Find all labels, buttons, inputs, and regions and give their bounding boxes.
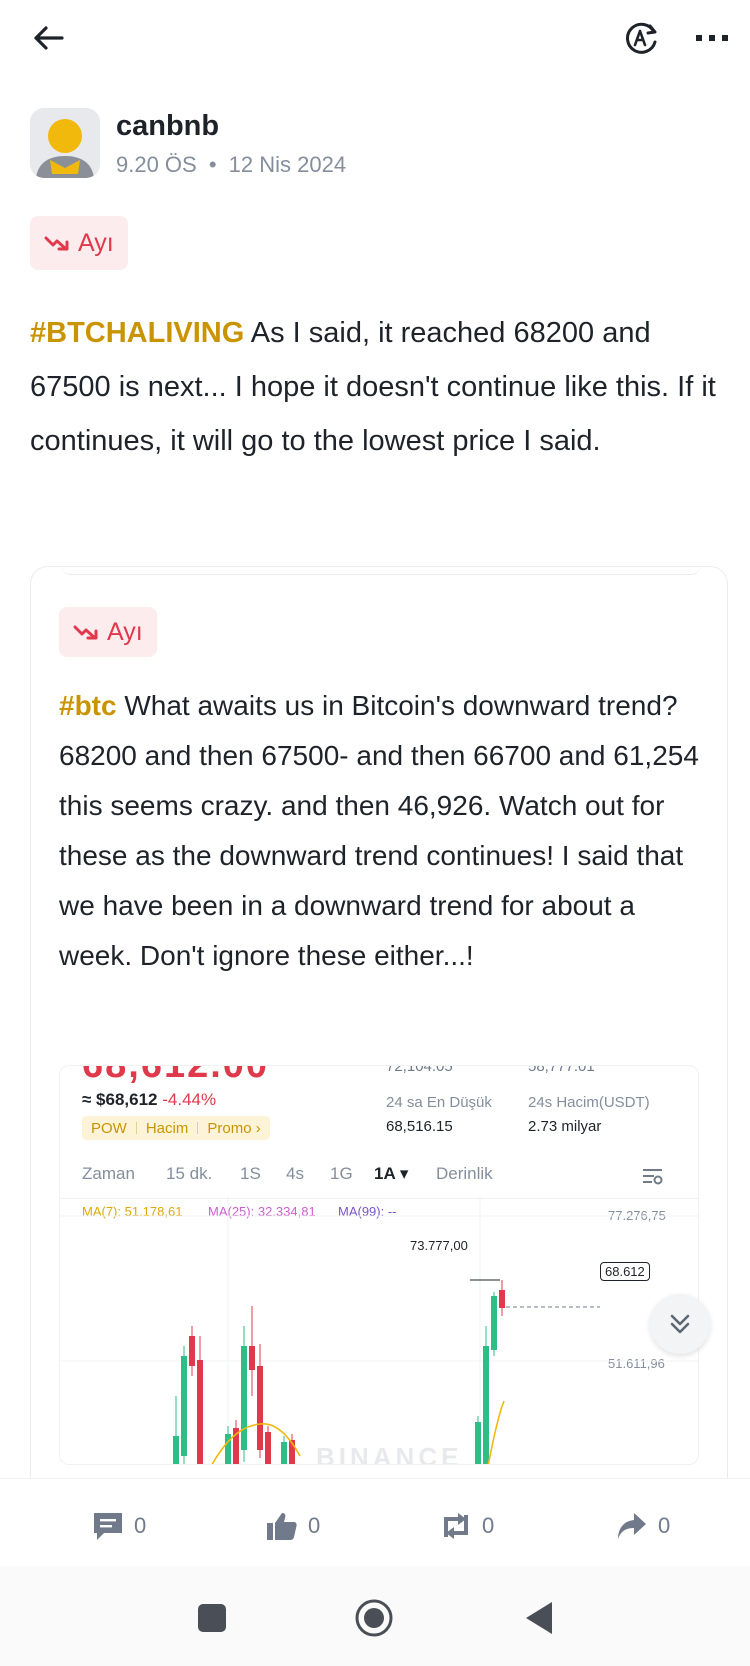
attached-chart-image[interactable]: 68,612.00 72,104.05 58,777.01 ≈ $68,612 … [59,1065,699,1465]
cut-volume-value: 58,777.01 [528,1065,595,1075]
meta-separator: • [208,152,217,177]
candle-body [491,1296,497,1350]
timeframe-tabs: Zaman 15 dk. 1S 4s 1G 1A ▾ Derinlik [82,1164,682,1190]
candlestick-chart [60,1196,698,1464]
token-tags: POW Hacim Promo › [82,1116,270,1140]
avatar-image [30,108,100,178]
tag-pow: POW [91,1119,127,1137]
price-change: -4.44% [162,1090,217,1109]
candle-body [475,1422,481,1464]
translate-button[interactable] [624,20,660,56]
tab-15m[interactable]: 15 dk. [166,1164,212,1184]
tab-1a[interactable]: 1A ▾ [374,1164,408,1184]
low-label: 24 sa En Düşük [386,1094,492,1111]
like-count: 0 [308,1513,321,1538]
candle-body [257,1366,263,1450]
volume-value: 2.73 milyar [528,1118,602,1135]
candles [173,1280,505,1464]
more-options-button[interactable] [692,24,732,52]
post-hashtag[interactable]: #BTCHALIVING [30,317,244,349]
home-button[interactable] [354,1598,394,1638]
candle-body [483,1346,489,1464]
back-button[interactable] [30,20,70,56]
top-bar [0,0,750,80]
post-timestamp: 9.20 ÖS • 12 Nis 2024 [116,152,346,178]
low-value: 68,516.15 [386,1118,453,1135]
share-icon [618,1513,646,1539]
tab-zaman[interactable]: Zaman [82,1164,135,1184]
avatar[interactable] [30,108,100,178]
volume-label: 24s Hacim(USDT) [528,1094,650,1111]
scroll-down-icon [670,1314,690,1334]
cut-price: 68,612.00 [82,1065,270,1086]
back-icon [526,1602,552,1634]
recent-apps-icon [198,1604,226,1632]
approx-price: ≈ $68,612 -4.44% [82,1090,216,1110]
quoted-sentiment-label: Ayı [107,617,143,646]
post-action-bar: 0 0 0 0 [0,1478,750,1566]
tag-hacim: Hacim [145,1119,189,1137]
chart-gridlines [60,1196,698,1464]
candle-body [181,1356,187,1456]
system-nav-bar [0,1566,750,1666]
post-date: 12 Nis 2024 [228,152,347,177]
tab-1s[interactable]: 1S [240,1164,261,1184]
bear-trend-icon [73,625,98,640]
share-button[interactable]: 0 [616,1509,670,1543]
tab-derinlik[interactable]: Derinlik [436,1164,493,1184]
home-icon [355,1599,393,1637]
quoted-hashtag[interactable]: #btc [59,690,117,721]
share-count: 0 [658,1513,671,1538]
quoted-sentiment-badge[interactable]: Ayı [59,607,157,657]
translate-icon [626,22,657,54]
repost-count: 0 [482,1513,495,1538]
candle-body [499,1290,505,1308]
tab-4s[interactable]: 4s [286,1164,304,1184]
quote-card-edge [61,567,701,575]
more-icon [696,35,728,41]
quoted-post-card[interactable]: Ayı #btc What awaits us in Bitcoin's dow… [30,566,728,1566]
candle-body [197,1360,203,1464]
candle-body [173,1436,179,1464]
like-button[interactable]: 0 [266,1509,320,1543]
tag-promo: Promo › [207,1119,261,1137]
bear-trend-icon [44,236,69,251]
tab-1g[interactable]: 1G [330,1164,353,1184]
back-arrow-icon [34,26,64,50]
cut-high-value: 72,104.05 [386,1065,453,1075]
candle-body [241,1346,247,1450]
repost-button[interactable]: 0 [440,1509,494,1543]
comment-count: 0 [134,1513,147,1538]
thumbs-up-icon [267,1513,297,1540]
sentiment-badge[interactable]: Ayı [30,216,128,270]
post-body: #BTCHALIVING As I said, it reached 68200… [30,306,730,468]
candle-body [249,1346,255,1370]
quoted-body-text: What awaits us in Bitcoin's downward tre… [59,690,699,971]
chart-settings-icon[interactable] [642,1166,664,1186]
system-back-button[interactable] [520,1598,560,1638]
comment-icon [94,1513,122,1540]
comment-button[interactable]: 0 [92,1509,146,1543]
ma7-line-right [487,1400,505,1464]
author-name[interactable]: canbnb [116,110,219,143]
recent-apps-button[interactable] [192,1598,232,1638]
scroll-down-button[interactable] [650,1294,710,1354]
candle-body [265,1432,271,1464]
sentiment-label: Ayı [78,228,114,257]
repost-icon [444,1513,468,1539]
post-time: 9.20 ÖS [116,152,197,177]
candle-body [281,1442,287,1464]
approx-price-value: ≈ $68,612 [82,1090,158,1109]
candle-body [189,1336,195,1366]
quoted-post-body: #btc What awaits us in Bitcoin's downwar… [59,681,709,981]
